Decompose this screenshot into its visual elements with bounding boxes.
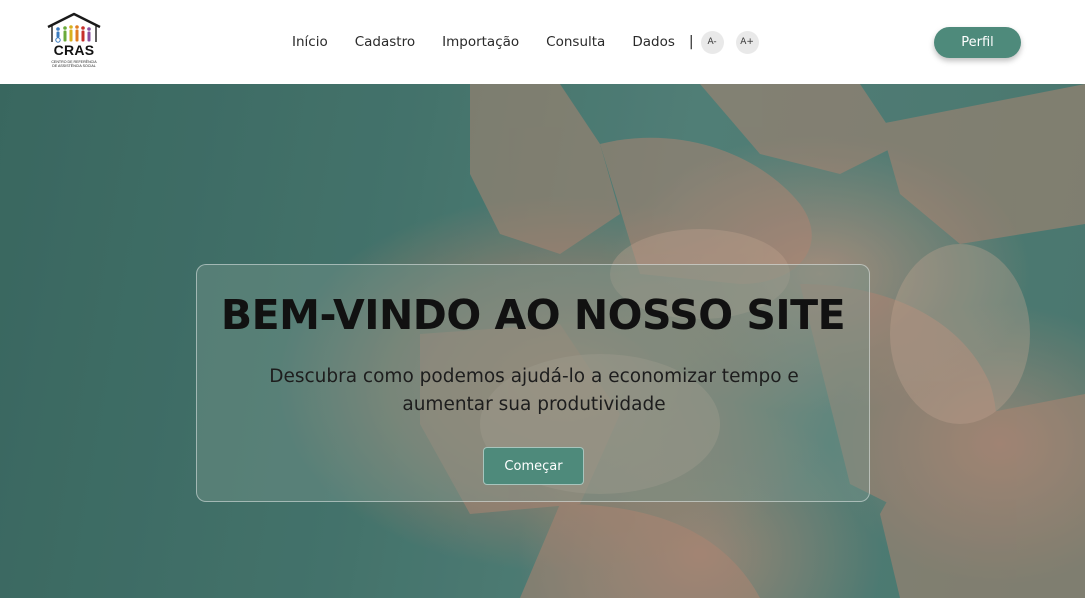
main-nav: Início Cadastro Importação Consulta Dado…	[292, 30, 759, 54]
nav-separator: |	[688, 34, 694, 50]
hero-section: BEM-VINDO AO NOSSO SITE Descubra como po…	[0, 84, 1085, 598]
cras-logo[interactable]: CRAS Centro de Referência de Assistência…	[44, 12, 104, 74]
nav-link-consulta[interactable]: Consulta	[546, 34, 605, 50]
logo-subtitle-line-2: de Assistência Social	[52, 64, 96, 69]
logo-title: CRAS	[53, 42, 95, 58]
site-header: CRAS Centro de Referência de Assistência…	[0, 0, 1085, 84]
nav-link-dados[interactable]: Dados	[632, 34, 675, 50]
nav-link-inicio[interactable]: Início	[292, 34, 328, 50]
welcome-card: BEM-VINDO AO NOSSO SITE Descubra como po…	[196, 264, 870, 502]
hero-title: BEM-VINDO AO NOSSO SITE	[220, 291, 846, 339]
font-decrease-button[interactable]: A-	[700, 30, 724, 54]
start-button[interactable]: Começar	[483, 447, 584, 485]
logo-subtitle: Centro de Referência de Assistência Soci…	[44, 60, 104, 69]
nav-link-cadastro[interactable]: Cadastro	[355, 34, 415, 50]
hero-subtitle: Descubra como podemos ajudá-lo a economi…	[269, 366, 799, 415]
profile-button[interactable]: Perfil	[934, 27, 1021, 58]
font-increase-button[interactable]: A+	[735, 30, 759, 54]
nav-link-importacao[interactable]: Importação	[442, 34, 519, 50]
house-people-icon	[47, 12, 101, 43]
